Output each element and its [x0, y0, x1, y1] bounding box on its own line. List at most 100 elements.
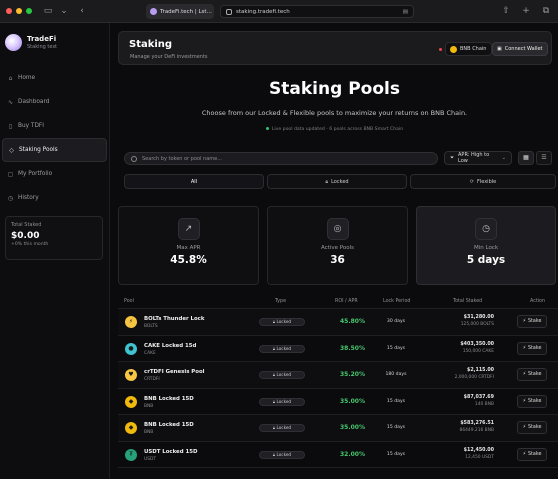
pool-type: Locked [276, 398, 292, 404]
close-window-button[interactable] [6, 8, 12, 14]
stat-value: 36 [330, 254, 345, 266]
stake-button[interactable]: ⚡ Stake [517, 447, 547, 461]
pool-total-staked-amount: 2,000,000 CRTDFI [454, 375, 494, 380]
sidebar-item-staking-pools[interactable]: ◇ Staking Pools [2, 138, 107, 162]
sidebar-item-home[interactable]: ⌂ Home [0, 66, 109, 90]
search-input[interactable]: Search by token or pool name... [142, 156, 222, 162]
grid-view-button[interactable]: ▦ [518, 151, 534, 165]
pool-apr: 35.20% [340, 371, 365, 378]
pool-total-staked: $2,115.00 [466, 368, 494, 373]
pool-apr: 35.00% [340, 397, 365, 405]
tab-flexible[interactable]: ⟳ Flexible [410, 174, 556, 189]
maximize-window-button[interactable] [26, 8, 32, 14]
stake-button[interactable]: ⚡ Stake [517, 394, 547, 408]
browser-tab[interactable]: TradeFi.tech | Lst... [146, 4, 214, 19]
hero-subtitle: Choose from our Locked & Flexible pools … [201, 109, 468, 117]
page-title: Staking [129, 39, 173, 50]
pool-lock-period: 15 days [386, 425, 406, 430]
back-icon[interactable]: ‹ [76, 5, 88, 17]
chart-icon: ∿ [7, 98, 14, 106]
table-row[interactable]: ♥ crTDFI Genesis Pool CRTDFI 🔒︎ Locked 35.20… [118, 362, 558, 389]
pool-symbol: BNB [144, 403, 154, 409]
tabs-overview-icon[interactable]: ⧉ [540, 5, 552, 17]
chain-label: BNB Chain [460, 46, 487, 52]
pool-name: BOLTs Thunder Lock [144, 316, 205, 322]
chevron-down-icon: ⌄ [501, 155, 506, 161]
sidebar-item-buy-tdfi[interactable]: ▯ Buy TDFI [0, 114, 109, 138]
table-row[interactable]: ₮ USDT Locked 15D USDT 🔒︎ Locked 32.00% 15 da… [118, 442, 558, 468]
pool-total-staked: $583,276.51 [460, 421, 494, 426]
tab-all[interactable]: All [124, 174, 264, 189]
stake-label: Stake [527, 425, 542, 430]
search-icon [131, 155, 137, 162]
list-icon: ☰ [541, 154, 547, 161]
sort-dropdown[interactable]: ⏷ APR: High to Low ⌄ [444, 151, 512, 165]
pool-symbol: BOLTS [144, 324, 158, 329]
browser-actions: ⇧ + ⧉ [500, 5, 552, 17]
table-row[interactable]: ◆ BNB Locked 15D BNB 🔒︎ Locked 35.00% 15 days… [118, 389, 558, 415]
token-icon: ♥ [125, 369, 137, 381]
address-bar[interactable]: staking.tradefi.tech ▤ [220, 5, 414, 18]
favicon-icon [150, 8, 157, 15]
tab-label: Locked [331, 178, 349, 185]
sidebar-item-my-portfolio[interactable]: ▢ My Portfolio [0, 162, 109, 186]
stat-card-active-pools: ◎ Active Pools 36 [267, 206, 408, 285]
pool-type-badge: 🔒︎ Locked [259, 344, 305, 353]
table-body: ⚡ BOLTs Thunder Lock BOLTS 🔒︎ Locked 45.80% 3… [118, 309, 558, 468]
pool-name: BNB Locked 15D [144, 395, 194, 402]
tab-title: TradeFi.tech | Lst... [160, 8, 212, 15]
sidebar-item-dashboard[interactable]: ∿ Dashboard [0, 90, 109, 114]
column-header-action: Action [530, 299, 546, 304]
live-data-note: Live pool data updated · 6 pools across … [111, 127, 558, 132]
pool-total-staked: $403,350.00 [460, 341, 494, 347]
stake-icon: ⚡ [522, 372, 526, 377]
minimize-window-button[interactable] [16, 8, 22, 14]
search-bar[interactable]: Search by token or pool name... [124, 152, 438, 165]
list-view-button[interactable]: ☰ [536, 151, 552, 165]
stake-label: Stake [527, 398, 542, 404]
reader-icon[interactable]: ▤ [403, 9, 408, 15]
connect-wallet-button[interactable]: ▣ Connect Wallet [492, 42, 548, 56]
pool-lock-period: 15 days [386, 451, 406, 457]
stake-button[interactable]: ⚡ Stake [517, 315, 547, 328]
table-row[interactable]: ● CAKE Locked 15d CAKE 🔒︎ Locked 38.50% 15 da… [118, 336, 558, 362]
stake-label: Stake [527, 319, 542, 324]
sidebar-item-history[interactable]: ◷ History [0, 186, 109, 210]
chain-selector[interactable]: BNB Chain [445, 42, 492, 56]
sort-label: APR: High to Low [458, 152, 490, 164]
clock-icon: ◷ [7, 194, 14, 202]
pool-symbol: BNB [144, 430, 154, 435]
brand[interactable]: TradeFi Staking test [0, 23, 109, 53]
stat-label: Active Pools [320, 245, 354, 251]
sidebar: TradeFi Staking test ⌂ Home ∿ Dashboard … [0, 23, 110, 479]
stake-button[interactable]: ⚡ Stake [517, 341, 547, 355]
stake-button[interactable]: ⚡ Stake [517, 421, 547, 434]
column-header-pool: Pool [124, 299, 134, 304]
sidebar-nav: ⌂ Home ∿ Dashboard ▯ Buy TDFI ◇ Staking … [0, 66, 109, 210]
chevron-down-icon[interactable]: ⌄ [58, 5, 70, 17]
stat-value: 5 days [466, 254, 506, 266]
tab-label: Flexible [476, 178, 497, 185]
pool-total-staked: $87,037.69 [463, 394, 494, 400]
token-icon: ◆ [125, 422, 137, 434]
stake-label: Stake [527, 372, 542, 377]
sidebar-toggle-icon[interactable]: ▭ [42, 5, 54, 17]
clock-icon: ◷ [475, 218, 497, 240]
bnb-chain-icon [450, 45, 457, 53]
table-row[interactable]: ◆ BNB Locked 15D BNB 🔒︎ Locked 35.00% 15 days… [118, 415, 558, 442]
pool-lock-period: 15 days [386, 398, 406, 404]
stake-button[interactable]: ⚡ Stake [517, 368, 547, 381]
url-text: staking.tradefi.tech [236, 8, 290, 15]
pool-total-staked-amount: 12,450 USDT [465, 454, 494, 460]
new-tab-icon[interactable]: + [520, 5, 532, 17]
pool-type: Locked [276, 372, 292, 377]
home-icon: ⌂ [8, 74, 13, 82]
table-header: Pool Type ROI / APR Lock Period Total St… [118, 295, 558, 309]
sidebar-item-label: History [18, 195, 39, 201]
table-row[interactable]: ⚡ BOLTs Thunder Lock BOLTS 🔒︎ Locked 45.80% 3… [118, 309, 558, 336]
tab-locked[interactable]: 🔒︎ Locked [267, 174, 407, 189]
lock-icon: 🔒︎ [325, 178, 329, 185]
stat-card-max-apr: ↗ Max APR 45.8% [118, 206, 259, 285]
share-icon[interactable]: ⇧ [500, 5, 512, 17]
token-icon: ₮ [125, 448, 137, 461]
